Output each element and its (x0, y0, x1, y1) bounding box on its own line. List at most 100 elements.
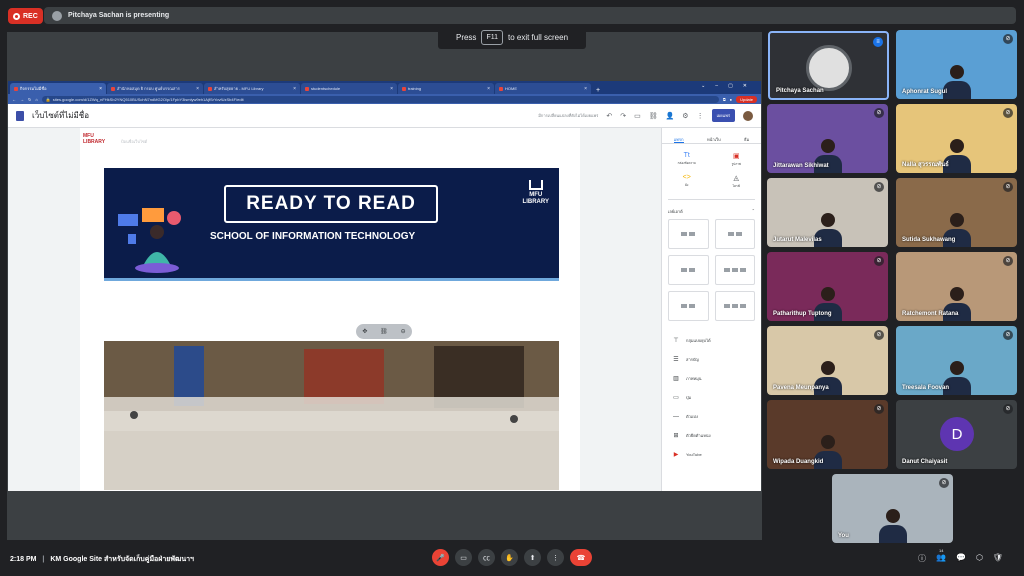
user-avatar[interactable] (743, 110, 753, 121)
participant-tile[interactable]: ⊘ Ratchemont Ratana (896, 252, 1017, 321)
close-icon[interactable]: × (390, 86, 393, 92)
layout-option[interactable] (668, 255, 709, 285)
layout-option[interactable] (668, 291, 709, 321)
site-title[interactable]: เว็บไซต์ที่ไม่มีชื่อ (32, 109, 89, 122)
settings-icon[interactable]: ⚙ (682, 112, 688, 120)
toc-icon: ☰ (673, 357, 679, 363)
chat-icon[interactable]: 💬 (956, 553, 966, 564)
placeholder-item[interactable]: ⊞ ตัวยึดตำแหน่ง (662, 426, 761, 445)
reading-illustration-icon (118, 208, 181, 273)
delete-icon[interactable]: ⊖ (401, 328, 406, 335)
new-tab-button[interactable]: + (592, 87, 604, 94)
participant-tile[interactable]: ⊘ Pavena Meunpanya (767, 326, 888, 395)
participant-name: Pitchaya Sachan (776, 88, 824, 94)
browser-tab[interactable]: สำหรับสุดยาย - MFU Library × (204, 83, 300, 94)
more-options-button[interactable]: ⋮ (547, 549, 564, 566)
close-icon[interactable]: × (196, 86, 199, 92)
participant-tile[interactable]: D ⊘ Danut Chaiyasit (896, 400, 1017, 469)
mic-off-button[interactable]: 🎤 (432, 549, 449, 566)
text-box-tool[interactable]: Tt กล่องข้อความ (662, 152, 712, 167)
window-controls[interactable]: ⌄–▢✕ (701, 83, 757, 89)
close-icon[interactable]: × (293, 86, 296, 92)
browser-tab[interactable]: studentschedule × (301, 83, 397, 94)
link-icon[interactable]: ⛓ (649, 112, 658, 120)
more-icon[interactable]: ⋮ (697, 112, 704, 120)
carousel-item[interactable]: ▥ ภาพหมุน (662, 369, 761, 388)
browser-tab[interactable]: สำนักหอสมุด ยิ กรอบ ศูนย์บรรณสาร × (107, 83, 203, 94)
tab-favicon-icon (499, 86, 503, 91)
layout-option[interactable] (714, 291, 755, 321)
images-tool[interactable]: ▣ รูปภาพ (712, 152, 762, 167)
browser-tab[interactable]: HOME × (495, 83, 591, 94)
toc-item[interactable]: ☰ สารบัญ (662, 350, 761, 369)
tab-pages[interactable]: หน้าเว็บ (707, 136, 721, 143)
camera-button[interactable]: ▭ (455, 549, 472, 566)
layout-option[interactable] (714, 219, 755, 249)
back-icon[interactable]: ← (12, 97, 16, 102)
youtube-item[interactable]: ▶ YouTube (662, 445, 761, 464)
layouts-header[interactable]: เลย์เอาต์ ⌃ (668, 199, 755, 215)
youtube-icon: ▶ (673, 452, 679, 458)
presenter-avatar-large (806, 45, 852, 91)
close-icon[interactable]: × (99, 86, 102, 92)
publish-button[interactable]: เผยแพร่ (711, 109, 735, 122)
close-icon[interactable]: × (487, 86, 490, 92)
browser-tab-strip: กิจกรรมไม่มีชื่อ × สำนักหอสมุด ยิ กรอบ ศู… (8, 81, 761, 94)
participant-tile[interactable]: ⊘ Treesala Foovan (896, 326, 1017, 395)
drag-icon[interactable]: ✥ (362, 328, 367, 335)
mic-off-icon: ⊘ (1003, 34, 1013, 44)
tab-label: studentschedule (311, 86, 341, 91)
participant-tile[interactable]: ⊘ Wipada Duangkid (767, 400, 888, 469)
participant-tile[interactable]: ⊘ Jutarut Malevilas (767, 178, 888, 247)
tab-insert[interactable]: แทรก (673, 136, 684, 143)
share-icon[interactable]: 👤 (666, 112, 675, 120)
raise-hand-button[interactable]: ✋ (501, 549, 518, 566)
site-logo[interactable]: MFU LIBRARY (83, 133, 105, 145)
tab-favicon-icon (305, 86, 309, 91)
people-icon[interactable]: 👥 14 (936, 548, 946, 564)
reload-icon[interactable]: ↻ (28, 97, 31, 102)
extensions-icon[interactable]: ⧉ (723, 97, 726, 102)
carousel-photo[interactable] (104, 341, 559, 490)
recording-badge: REC (8, 8, 43, 24)
embed-tool[interactable]: <> ฝัง (662, 174, 712, 189)
layout-option[interactable] (714, 255, 755, 285)
layout-option[interactable] (668, 219, 709, 249)
drive-tool[interactable]: ◬ ไดรฟ์ (712, 174, 762, 189)
link-icon[interactable]: ⛓ (380, 328, 388, 335)
captions-button[interactable]: ㏄ (478, 549, 495, 566)
participant-initial-avatar: D (940, 417, 974, 451)
participant-tile[interactable]: ⊘ Patharithup Tuptong (767, 252, 888, 321)
leave-call-button[interactable]: ☎ (570, 549, 592, 566)
participant-tile[interactable]: ≡ Pitchaya Sachan (768, 31, 889, 100)
browser-tab[interactable]: กิจกรรมไม่มีชื่อ × (10, 83, 106, 94)
mic-off-icon: ⊘ (1003, 330, 1013, 340)
browser-tab[interactable]: training × (398, 83, 494, 94)
home-icon[interactable]: ⌂ (35, 97, 37, 102)
redo-icon[interactable]: ↷ (620, 112, 626, 120)
forward-icon[interactable]: → (20, 97, 24, 102)
participant-tile[interactable]: ⊘ Sutida Sukhawang (896, 178, 1017, 247)
divider-item[interactable]: — ตัวแบ่ง (662, 407, 761, 426)
undo-icon[interactable]: ↶ (606, 112, 612, 120)
banner-image[interactable]: READY TO READ SCHOOL OF INFORMATION TECH… (104, 168, 559, 281)
preview-icon[interactable]: ▭ (634, 112, 641, 120)
self-view-tile[interactable]: ⊘ You (832, 474, 953, 543)
profile-icon[interactable]: ● (730, 97, 732, 102)
present-button[interactable]: ⬆ (524, 549, 541, 566)
tab-themes[interactable]: ธีม (744, 136, 749, 143)
address-input[interactable]: 🔒 sites.google.com/d/1ZWq_nFHkSb2YNQ510BU… (41, 95, 719, 103)
update-button[interactable]: Update (736, 95, 757, 103)
info-icon[interactable]: ⓘ (918, 553, 926, 564)
participant-tile[interactable]: ⊘ Jittarawan Sikhiwat (767, 104, 888, 173)
collapsible-text-item[interactable]: ⊤ กลุ่มแบบยุบได้ (662, 331, 761, 350)
activities-icon[interactable]: ⬡ (976, 553, 983, 564)
participant-tile[interactable]: ⊘ Nalla สุวรรณพันธ์ (896, 104, 1017, 173)
participant-tile[interactable]: ⊘ Aphonrat Sugul (896, 30, 1017, 99)
participant-name: Sutida Sukhawang (902, 237, 956, 243)
close-icon[interactable]: × (584, 86, 587, 92)
site-name-placeholder[interactable]: ป้อนชื่อเว็บไซต์ (121, 138, 147, 145)
host-controls-icon[interactable]: 🛡 (993, 553, 1003, 564)
address-bar-row: ← → ↻ ⌂ 🔒 sites.google.com/d/1ZWq_nFHkSb2… (8, 94, 761, 104)
button-item[interactable]: ▭ ปุ่ม (662, 388, 761, 407)
